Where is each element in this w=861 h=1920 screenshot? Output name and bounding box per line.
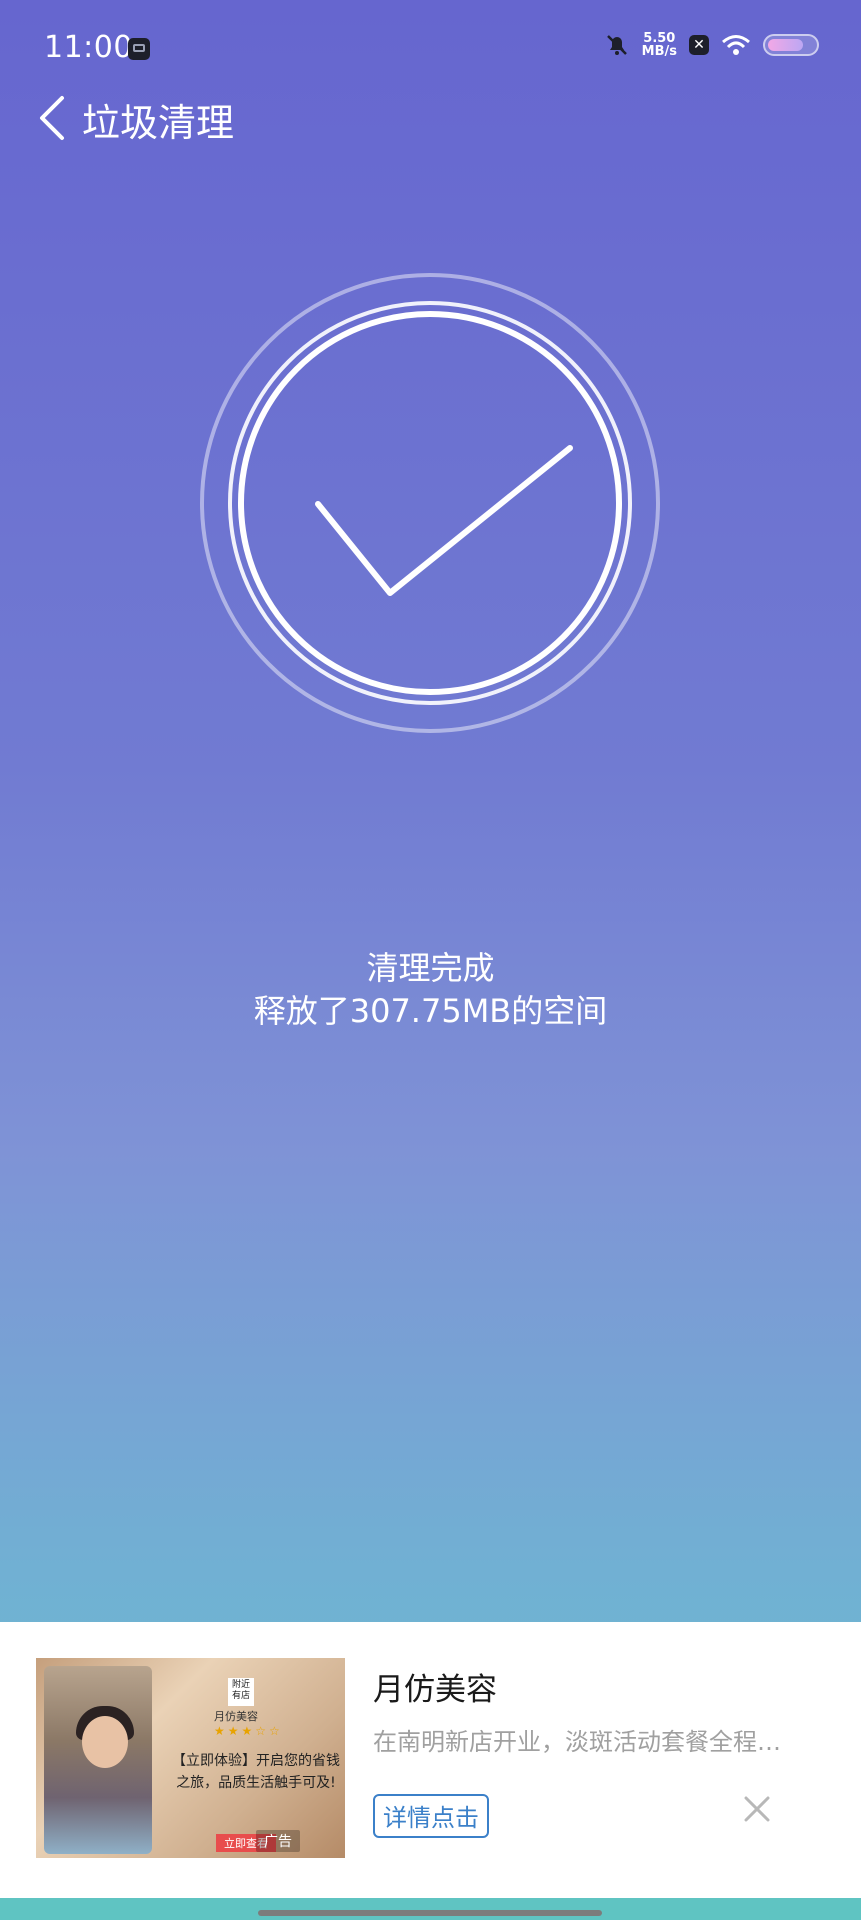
home-indicator[interactable] [258, 1910, 602, 1916]
close-icon [744, 1796, 770, 1822]
ad-card[interactable]: 附近有店 月仿美容 ★★★☆☆ 【立即体验】开启您的省钱之旅，品质生活触手可及!… [0, 1622, 861, 1898]
space-freed-text: 释放了307.75MB的空间 [253, 992, 608, 1030]
ad-details-button[interactable]: 详情点击 [373, 1794, 489, 1838]
middle-ring [228, 301, 632, 705]
ad-photo-face [82, 1716, 128, 1768]
bottom-strip [0, 1898, 861, 1920]
ad-label: 广告 [256, 1830, 300, 1852]
clean-complete-text: 清理完成 [366, 949, 495, 987]
ad-title: 月仿美容 [373, 1672, 497, 1708]
inner-ring [238, 311, 622, 695]
ad-close-button[interactable] [740, 1792, 774, 1826]
outer-ring [200, 273, 660, 733]
checkmark-icon [315, 445, 573, 596]
ad-image[interactable]: 附近有店 月仿美容 ★★★☆☆ 【立即体验】开启您的省钱之旅，品质生活触手可及!… [36, 1658, 345, 1858]
ad-image-promo-text: 【立即体验】开启您的省钱之旅，品质生活触手可及! [172, 1753, 340, 1791]
ad-photo [44, 1666, 152, 1854]
success-check-graphic [200, 273, 660, 733]
ad-image-shop-name: 月仿美容 [214, 1710, 258, 1723]
ad-image-rating-stars: ★★★☆☆ [214, 1724, 283, 1738]
ad-description: 在南明新店开业，淡斑活动套餐全程… [373, 1728, 781, 1756]
ad-logo: 附近有店 [228, 1678, 254, 1706]
